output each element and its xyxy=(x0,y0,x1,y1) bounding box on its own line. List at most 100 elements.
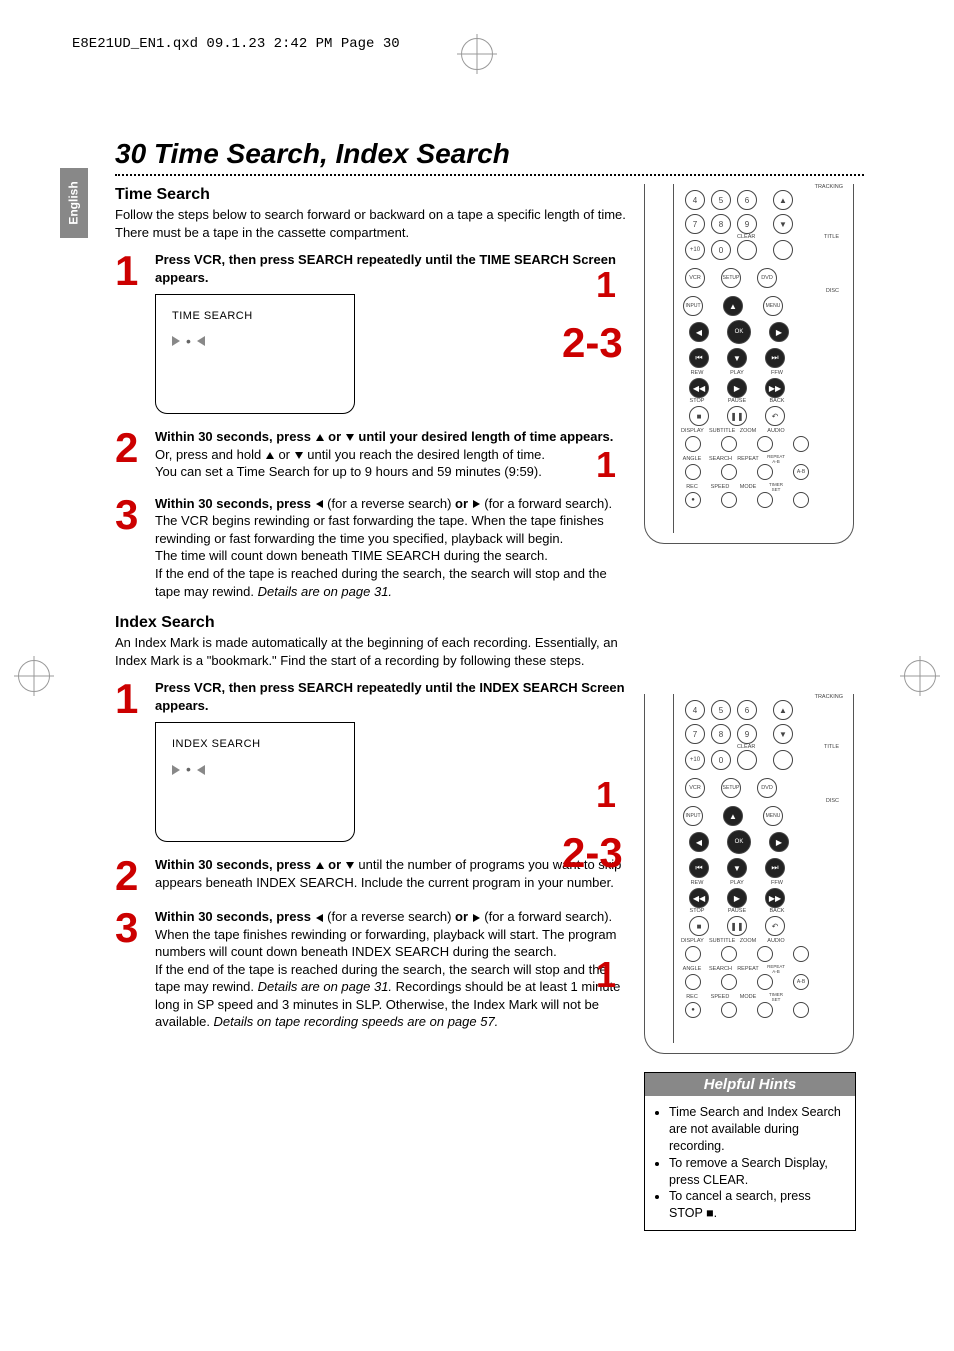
print-header-meta: E8E21UD_EN1.qxd 09.1.23 2:42 PM Page 30 xyxy=(72,36,400,52)
speed-label: SPEED xyxy=(709,484,731,490)
step-text: Within 30 seconds, press or until your d… xyxy=(155,428,626,481)
remote-btn-tracking-down: ▼ xyxy=(773,214,793,234)
remote-btn-0: 0 xyxy=(711,240,731,260)
subtitle-label: SUBTITLE xyxy=(709,428,731,434)
rec-label: REC xyxy=(681,484,703,490)
remote-btn-pause: ❚❚ xyxy=(727,916,747,936)
callout-1: 1 xyxy=(596,774,616,816)
play-label: PLAY xyxy=(727,370,747,376)
mode-label: MODE xyxy=(737,484,759,490)
remote-btn-play: ▶ xyxy=(727,378,747,398)
remote-btn-timer-set xyxy=(793,1002,809,1018)
remote-btn-angle xyxy=(685,974,701,990)
osd-title: TIME SEARCH xyxy=(172,309,338,324)
remote-btn-ok: OK xyxy=(727,320,751,344)
remote-btn-search xyxy=(721,464,737,480)
remote-btn-repeat-ab: A-B xyxy=(793,974,809,990)
remote-btn-tracking-down: ▼ xyxy=(773,724,793,744)
remote-btn-rec: ● xyxy=(685,1002,701,1018)
remote-btn-repeat-ab: A-B xyxy=(793,464,809,480)
remote-btn-stop: ■ xyxy=(689,916,709,936)
remote-btn-left: ◀ xyxy=(689,832,709,852)
remote-btn-next: ⏭ xyxy=(765,858,785,878)
language-tab: English xyxy=(60,168,88,238)
remote-btn-audio xyxy=(793,436,809,452)
title-label: TITLE xyxy=(824,744,839,750)
step-text: Press VCR, then press SEARCH repeatedly … xyxy=(155,251,626,286)
angle-label: ANGLE xyxy=(681,966,703,972)
stop-label: STOP xyxy=(687,398,707,404)
speed-label: SPEED xyxy=(709,994,731,1000)
remote-btn-up: ▲ xyxy=(723,296,743,316)
remote-btn-display xyxy=(685,946,701,962)
tracking-label: TRACKING xyxy=(815,694,843,700)
index-search-step-2: 2 Within 30 seconds, press or until the … xyxy=(115,856,626,894)
remote-btn-prev: ⏮ xyxy=(689,858,709,878)
remote-btn-vcr: VCR xyxy=(685,268,705,288)
disc-label: DISC xyxy=(826,288,839,294)
remote-btn-ffw: ▶▶ xyxy=(765,888,785,908)
remote-btn-menu: MENU xyxy=(763,296,783,316)
remote-btn-input: INPUT xyxy=(683,806,703,826)
remote-btn-8: 8 xyxy=(711,724,731,744)
remote-btn-back: ↶ xyxy=(765,916,785,936)
display-label: DISPLAY xyxy=(681,938,703,944)
ffw-label: FFW xyxy=(767,880,787,886)
remote-btn-play: ▶ xyxy=(727,888,747,908)
page-title: 30 Time Search, Index Search xyxy=(115,138,864,170)
remote-btn-7: 7 xyxy=(685,724,705,744)
remote-btn-6: 6 xyxy=(737,700,757,720)
osd-time-search: TIME SEARCH • xyxy=(155,294,355,414)
play-label: PLAY xyxy=(727,880,747,886)
remote-btn-subtitle xyxy=(721,946,737,962)
remote-btn-title xyxy=(773,240,793,260)
rew-label: REW xyxy=(687,370,707,376)
remote-btn-right: ▶ xyxy=(769,832,789,852)
repeat-label: REPEAT xyxy=(737,456,759,462)
timer-set-label: TIMER SET xyxy=(765,482,787,492)
index-search-step-3: 3 Within 30 seconds, press (for a revers… xyxy=(115,908,626,1031)
language-tab-label: English xyxy=(67,181,81,224)
zoom-label: ZOOM xyxy=(737,428,759,434)
remote-btn-0: 0 xyxy=(711,750,731,770)
timer-set-label: TIMER SET xyxy=(765,992,787,1002)
time-search-intro: Follow the steps below to search forward… xyxy=(115,206,626,241)
remote-btn-rew: ◀◀ xyxy=(689,378,709,398)
remote-btn-5: 5 xyxy=(711,190,731,210)
step-text: Within 30 seconds, press or until the nu… xyxy=(155,856,626,894)
step-text: Within 30 seconds, press (for a reverse … xyxy=(155,908,626,1031)
remote-btn-input: INPUT xyxy=(683,296,703,316)
remote-btn-audio xyxy=(793,946,809,962)
remote-btn-subtitle xyxy=(721,436,737,452)
osd-direction-icons: • xyxy=(172,760,338,779)
back-label: BACK xyxy=(767,398,787,404)
back-label: BACK xyxy=(767,908,787,914)
remote-btn-tracking-up: ▲ xyxy=(773,700,793,720)
remote-diagram-2: 4 5 6 ▲ TRACKING 7 8 9 ▼ xyxy=(644,694,854,1054)
remote-btn-down: ▼ xyxy=(727,858,747,878)
angle-label: ANGLE xyxy=(681,456,703,462)
title-label: TITLE xyxy=(824,234,839,240)
index-search-intro: An Index Mark is made automatically at t… xyxy=(115,634,626,669)
tracking-label: TRACKING xyxy=(815,184,843,190)
callout-2-3: 2-3 xyxy=(562,319,623,367)
step-number: 1 xyxy=(115,253,147,414)
remote-btn-right: ▶ xyxy=(769,322,789,342)
remote-btn-stop: ■ xyxy=(689,406,709,426)
remote-btn-mode xyxy=(757,492,773,508)
remote-btn-left: ◀ xyxy=(689,322,709,342)
repeat-ab-label: REPEAT A-B xyxy=(765,454,787,464)
remote-btn-clear xyxy=(737,240,757,260)
stop-label: STOP xyxy=(687,908,707,914)
remote-btn-prev: ⏮ xyxy=(689,348,709,368)
registration-mark-left xyxy=(18,660,50,692)
remote-btn-9: 9 xyxy=(737,214,757,234)
time-search-step-3: 3 Within 30 seconds, press (for a revers… xyxy=(115,495,626,600)
step-number: 1 xyxy=(115,681,147,842)
subtitle-label: SUBTITLE xyxy=(709,938,731,944)
remote-btn-rec: ● xyxy=(685,492,701,508)
hint-item: Time Search and Index Search are not ava… xyxy=(669,1104,845,1155)
remote-btn-menu: MENU xyxy=(763,806,783,826)
remote-btn-tracking-up: ▲ xyxy=(773,190,793,210)
remote-btn-dvd: DVD xyxy=(757,778,777,798)
